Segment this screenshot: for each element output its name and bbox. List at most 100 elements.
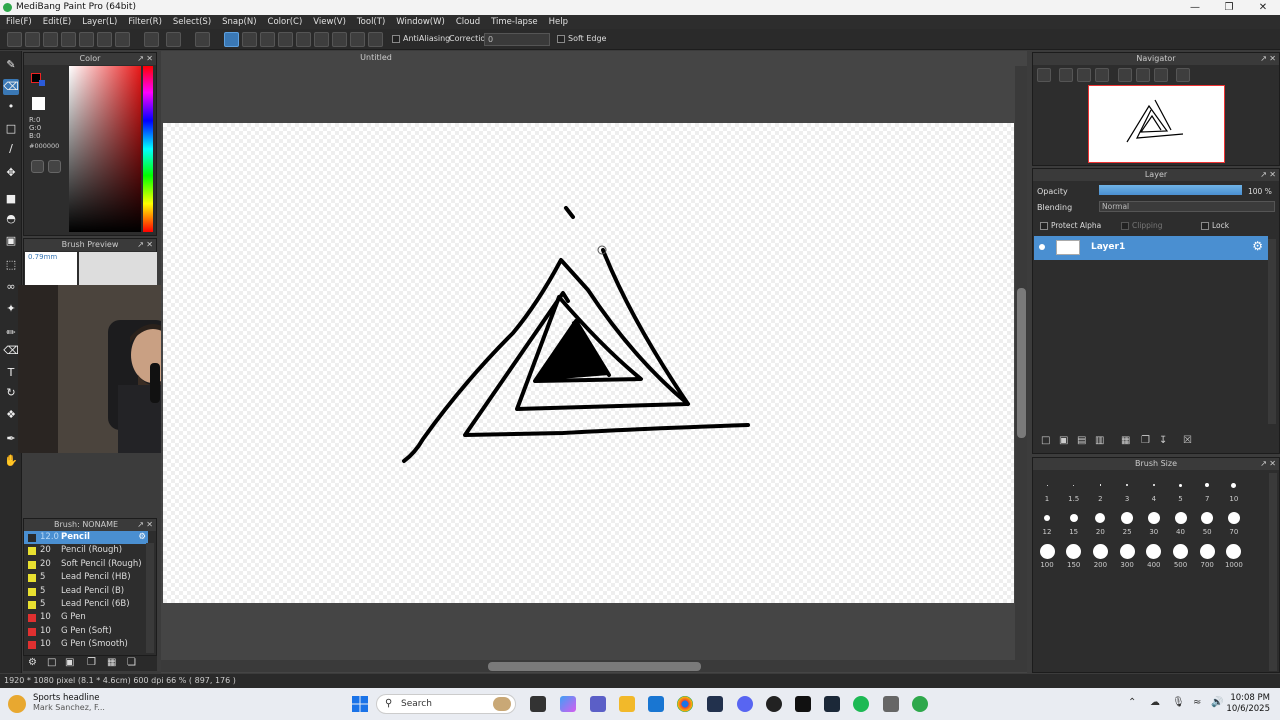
clipping-checkbox[interactable] <box>1121 222 1129 230</box>
brush-size-option[interactable] <box>1201 512 1214 524</box>
hand-tool-icon[interactable]: ✋ <box>3 453 19 469</box>
chrome-icon[interactable] <box>677 696 693 712</box>
popout-icon[interactable]: ↗ <box>1260 53 1267 65</box>
news-widget[interactable]: Sports headline Mark Sanchez, F... <box>33 693 105 712</box>
zoom-icon[interactable] <box>1037 68 1051 82</box>
duplicate-icon[interactable]: ❐ <box>87 657 96 668</box>
brush-size-option[interactable] <box>1126 484 1129 486</box>
teams-icon[interactable] <box>590 696 606 712</box>
menu-timelapse[interactable]: Time-lapse <box>491 17 538 27</box>
brush-size-option[interactable] <box>1119 543 1135 559</box>
discord-icon[interactable] <box>737 696 753 712</box>
brush-size-option[interactable] <box>1092 543 1108 559</box>
close-icon[interactable]: ✕ <box>146 239 153 251</box>
background-swatch[interactable] <box>32 97 45 110</box>
brush-size-option[interactable] <box>1073 484 1075 486</box>
obs-icon[interactable] <box>766 696 782 712</box>
speech-icon[interactable] <box>43 32 58 47</box>
brush-item[interactable]: 5 Lead Pencil (6B) <box>24 598 148 611</box>
snap-circle-icon[interactable] <box>314 32 329 47</box>
snap-vanish-icon[interactable] <box>278 32 293 47</box>
antialias-checkbox[interactable] <box>392 35 400 43</box>
new-layer-icon[interactable]: □ <box>1041 435 1050 446</box>
panel-icon[interactable] <box>61 32 76 47</box>
swap-color-icon[interactable] <box>39 80 45 86</box>
dot-tool-icon[interactable]: • <box>3 99 19 115</box>
select-tool-icon[interactable]: ⬚ <box>3 257 19 273</box>
flip-icon[interactable] <box>1176 68 1190 82</box>
bucket-tool-icon[interactable]: ◓ <box>3 211 19 227</box>
correction-select[interactable]: 0 <box>484 33 550 46</box>
gradient-tool-icon[interactable]: ▣ <box>3 233 19 249</box>
protect-alpha-checkbox[interactable] <box>1040 222 1048 230</box>
undo-icon[interactable] <box>144 32 159 47</box>
merge-down-icon[interactable]: ↧ <box>1159 435 1167 446</box>
steam-icon[interactable] <box>824 696 840 712</box>
popout-icon[interactable]: ↗ <box>1260 169 1267 181</box>
volume-icon[interactable]: 🔊 <box>1211 697 1223 708</box>
saturation-value-picker[interactable] <box>69 66 141 232</box>
menu-file[interactable]: File(F) <box>6 17 32 27</box>
brush-tool-icon[interactable]: ✎ <box>3 57 19 73</box>
brush-item[interactable]: 10 G Pen (Smooth) <box>24 638 148 651</box>
microphone-icon[interactable]: 🎙 <box>1172 697 1185 708</box>
brush-item-pencil[interactable]: 12.0 Pencil ⚙ <box>24 531 148 545</box>
brush-item[interactable]: 20 Pencil (Rough) <box>24 544 148 557</box>
brush-size-option[interactable] <box>1121 512 1134 524</box>
opacity-slider[interactable] <box>1099 185 1242 195</box>
dots-icon[interactable] <box>195 32 210 47</box>
folder-icon[interactable]: ▦ <box>1121 435 1130 446</box>
blending-select[interactable]: Normal <box>1099 201 1275 212</box>
clock[interactable]: 10:08 PM 10/6/2025 <box>1226 693 1270 715</box>
popout-icon[interactable]: ↗ <box>1260 458 1267 470</box>
layout-icon[interactable] <box>97 32 112 47</box>
brush-size-option[interactable] <box>1146 543 1162 559</box>
brush-size-option[interactable] <box>1227 512 1240 524</box>
drawing-canvas[interactable] <box>163 123 1014 603</box>
windows-start-icon[interactable] <box>352 696 368 712</box>
vertical-scroll-thumb[interactable] <box>1017 288 1026 438</box>
popout-icon[interactable]: ↗ <box>137 239 144 251</box>
select-pen-tool-icon[interactable]: ✏ <box>3 325 19 341</box>
brush-size-option[interactable] <box>1046 484 1048 486</box>
brush-size-option[interactable] <box>1095 513 1106 523</box>
brush-size-option[interactable] <box>1039 543 1055 559</box>
snap-cross-icon[interactable] <box>260 32 275 47</box>
rotate-right-icon[interactable] <box>1154 68 1168 82</box>
reset-view-icon[interactable] <box>1136 68 1150 82</box>
close-icon[interactable]: ✕ <box>146 519 153 531</box>
rotate-left-icon[interactable] <box>1118 68 1132 82</box>
popout-icon[interactable]: ↗ <box>137 53 144 65</box>
horizontal-scroll-thumb[interactable] <box>488 662 701 671</box>
brush-size-option[interactable] <box>1174 512 1187 524</box>
menu-color[interactable]: Color(C) <box>268 17 303 27</box>
menu-window[interactable]: Window(W) <box>396 17 445 27</box>
brush-item[interactable]: 20 Soft Pencil (Rough) <box>24 558 148 571</box>
menu-help[interactable]: Help <box>549 17 568 27</box>
redo-icon[interactable] <box>166 32 181 47</box>
text-tool-icon[interactable]: T <box>3 365 19 381</box>
brush-item[interactable]: 5 Lead Pencil (HB) <box>24 571 148 584</box>
eraser-tool-icon[interactable]: ⌫ <box>3 79 19 95</box>
gear-icon[interactable]: ⚙ <box>1252 239 1263 253</box>
navigator-thumbnail[interactable] <box>1088 85 1225 163</box>
task-view-icon[interactable] <box>530 696 546 712</box>
brush-size-option[interactable] <box>1152 483 1156 487</box>
popout-icon[interactable]: ↗ <box>137 519 144 531</box>
brush-size-option[interactable] <box>1044 515 1050 521</box>
cloud-icon[interactable] <box>7 32 22 47</box>
pen-tool-icon[interactable]: ✒ <box>3 431 19 447</box>
select-eraser-tool-icon[interactable]: ⌫ <box>3 343 19 359</box>
color-bar-icon[interactable] <box>48 160 61 173</box>
close-icon[interactable]: ✕ <box>1269 169 1276 181</box>
move-tool-icon[interactable]: ✥ <box>3 165 19 181</box>
folder-icon[interactable]: ▦ <box>107 657 116 668</box>
store-icon[interactable] <box>648 696 664 712</box>
brush-item[interactable]: 10 G Pen (Soft) <box>24 625 148 638</box>
brush-size-option[interactable] <box>1199 543 1215 559</box>
close-icon[interactable]: ✕ <box>1269 458 1276 470</box>
menu-filter[interactable]: Filter(R) <box>128 17 162 27</box>
snap-off-icon[interactable] <box>224 32 239 47</box>
color-wheel-icon[interactable] <box>31 160 44 173</box>
snap-radial-icon[interactable] <box>296 32 311 47</box>
